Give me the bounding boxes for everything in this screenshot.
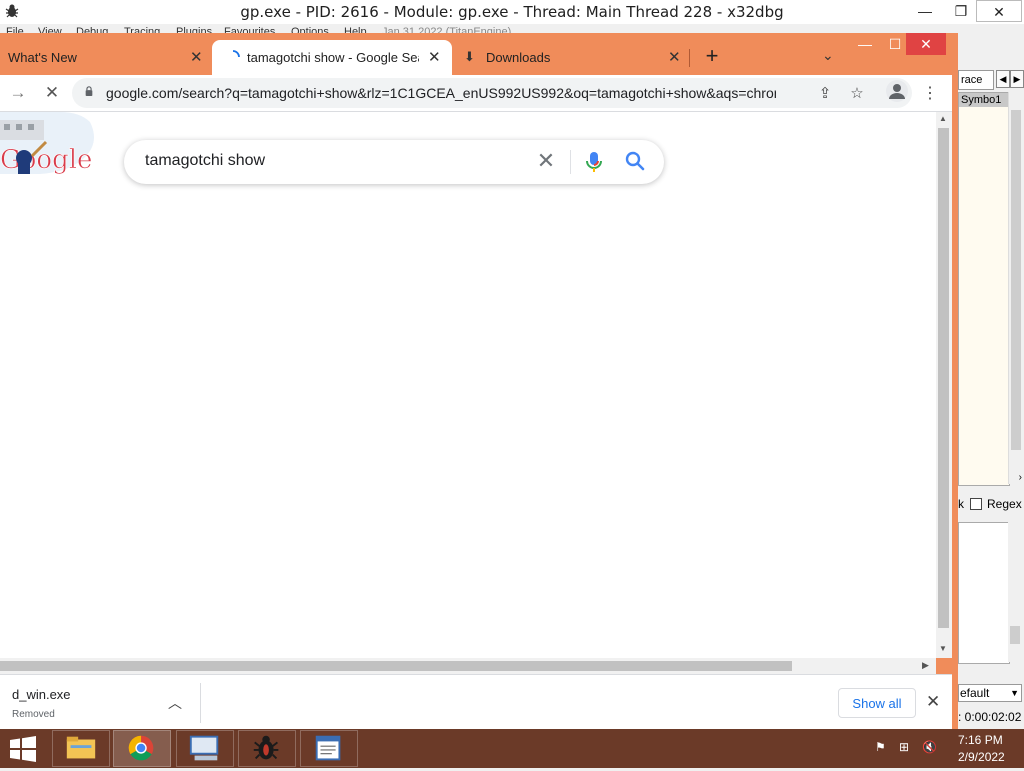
symbol-hscroll-right-icon[interactable]: › xyxy=(958,472,1022,486)
symbol-scrollbar[interactable] xyxy=(1008,92,1023,484)
symbol-pane: Symbo1 xyxy=(958,92,1010,486)
taskbar: ⚑ ⊞ 🔇 7:16 PM 2/9/2022 xyxy=(0,729,1024,768)
kebab-menu-icon[interactable]: ⋮ xyxy=(922,83,938,103)
tab-scroll-left-icon[interactable]: ◀ xyxy=(996,70,1010,88)
svg-text:Google: Google xyxy=(0,145,92,175)
download-separator xyxy=(200,683,201,723)
google-doodle-logo[interactable]: Google xyxy=(0,112,100,182)
tab-whats-new[interactable]: What's New ✕ xyxy=(0,40,210,75)
taskbar-chrome[interactable] xyxy=(113,730,171,767)
notepad-icon xyxy=(315,735,341,761)
debugger-close-button[interactable]: ✕ xyxy=(976,0,1022,22)
bookmark-star-icon[interactable]: ☆ xyxy=(848,84,866,102)
address-bar[interactable]: google.com/search?q=tamagotchi+show&rlz=… xyxy=(72,78,912,108)
loading-spinner-icon xyxy=(232,50,240,58)
regex-option: k Regex xyxy=(958,496,1024,514)
close-icon[interactable]: ✕ xyxy=(428,48,441,66)
scrollbar-thumb[interactable] xyxy=(938,128,949,628)
page-content: Google tamagotchi show ✕ xyxy=(0,112,936,658)
volume-muted-icon[interactable]: 🔇 xyxy=(922,740,937,754)
download-file-name[interactable]: d_win.exe xyxy=(12,687,71,702)
search-divider xyxy=(570,150,571,174)
page-vertical-scrollbar[interactable]: ▲ ▼ xyxy=(936,112,952,658)
chrome-window: What's New ✕ tamagotchi show - Google Se… xyxy=(0,33,958,730)
tab-search-chevron-icon[interactable]: ⌄ xyxy=(822,47,834,64)
download-status: Removed xyxy=(12,709,55,720)
default-combo[interactable]: efault ▼ xyxy=(958,684,1022,702)
default-combo-value: efault xyxy=(960,686,990,700)
forward-arrow-icon[interactable]: → xyxy=(8,83,28,103)
close-icon[interactable]: ✕ xyxy=(190,48,203,66)
taskbar-x32dbg[interactable] xyxy=(238,730,296,767)
tab-scroll-right-icon[interactable]: ▶ xyxy=(1010,70,1024,88)
close-shelf-icon[interactable]: ✕ xyxy=(926,692,940,712)
taskbar-notepad[interactable] xyxy=(300,730,358,767)
chrome-toolbar: → ✕ google.com/search?q=tamagotchi+show&… xyxy=(0,75,952,112)
windows-start-icon[interactable] xyxy=(8,735,38,763)
clear-search-icon[interactable]: ✕ xyxy=(534,150,558,174)
elapsed-timer: : 0:00:02:02 xyxy=(958,710,1022,724)
log-pane xyxy=(958,522,1010,664)
search-query[interactable]: tamagotchi show xyxy=(145,152,265,170)
scrollbar-thumb[interactable] xyxy=(0,661,792,671)
download-shelf: d_win.exe Removed ︿ Show all ✕ xyxy=(0,674,952,730)
search-box[interactable]: tamagotchi show ✕ xyxy=(124,140,664,184)
debugger-title-bar: gp.exe - PID: 2616 - Module: gp.exe - Th… xyxy=(0,0,1024,24)
debugger-right-panel: race ◀ ▶ Symbo1 › k Regex efault ▼ : 0:0… xyxy=(958,36,1024,732)
debugger-minimize-button[interactable]: — xyxy=(910,0,940,22)
log-scrollbar[interactable] xyxy=(1008,522,1022,662)
page-horizontal-scrollbar[interactable]: ▶ xyxy=(0,658,936,674)
tab-label: tamagotchi show - Google Searc xyxy=(247,50,419,65)
share-icon[interactable]: ⇪ xyxy=(816,84,834,102)
chrome-minimize-button[interactable]: — xyxy=(850,33,880,55)
regex-label: Regex xyxy=(987,497,1022,511)
clock-date[interactable]: 2/9/2022 xyxy=(958,750,1005,764)
debugger-title: gp.exe - PID: 2616 - Module: gp.exe - Th… xyxy=(240,3,784,21)
regex-checkbox[interactable] xyxy=(970,498,982,510)
chevron-down-icon: ▼ xyxy=(1010,688,1019,698)
stop-loading-icon[interactable]: ✕ xyxy=(42,83,62,103)
microphone-icon[interactable] xyxy=(584,150,604,174)
bug-icon xyxy=(253,735,279,760)
url-text[interactable]: google.com/search?q=tamagotchi+show&rlz=… xyxy=(106,85,776,101)
debugger-restore-button[interactable]: ❐ xyxy=(946,0,976,22)
search-icon[interactable] xyxy=(624,150,646,172)
profile-avatar-icon[interactable] xyxy=(886,80,908,102)
tab-label: What's New xyxy=(8,50,77,65)
symbol-column-header: Symbo1 xyxy=(959,93,1009,107)
chevron-up-icon[interactable]: ︿ xyxy=(168,693,182,713)
show-all-button[interactable]: Show all xyxy=(838,688,916,718)
tab-label: Downloads xyxy=(486,50,551,65)
tab-downloads[interactable]: ⬇ Downloads ✕ xyxy=(454,40,690,75)
scroll-right-icon[interactable]: ▶ xyxy=(922,660,929,671)
clock-time[interactable]: 7:16 PM xyxy=(958,733,1003,747)
scroll-down-icon[interactable]: ▼ xyxy=(939,644,947,653)
taskbar-remote-desktop[interactable] xyxy=(176,730,234,767)
remote-desktop-icon xyxy=(189,735,219,761)
folder-icon xyxy=(66,736,96,759)
chrome-icon xyxy=(128,735,154,761)
scroll-up-icon[interactable]: ▲ xyxy=(939,114,947,123)
chrome-close-button[interactable]: ✕ xyxy=(906,33,946,55)
trace-tab[interactable]: race xyxy=(958,70,994,90)
action-center-flag-icon[interactable]: ⚑ xyxy=(875,740,886,754)
close-icon[interactable]: ✕ xyxy=(668,48,681,66)
search-field-edge: k xyxy=(958,497,964,511)
lock-icon xyxy=(85,86,93,96)
tab-strip: What's New ✕ tamagotchi show - Google Se… xyxy=(0,33,952,75)
download-icon: ⬇ xyxy=(464,49,475,64)
network-icon[interactable]: ⊞ xyxy=(899,740,909,754)
tab-separator xyxy=(689,49,690,67)
taskbar-file-explorer[interactable] xyxy=(52,730,110,767)
tab-google-search[interactable]: tamagotchi show - Google Searc ✕ xyxy=(212,40,452,75)
new-tab-button[interactable]: + xyxy=(702,45,722,67)
